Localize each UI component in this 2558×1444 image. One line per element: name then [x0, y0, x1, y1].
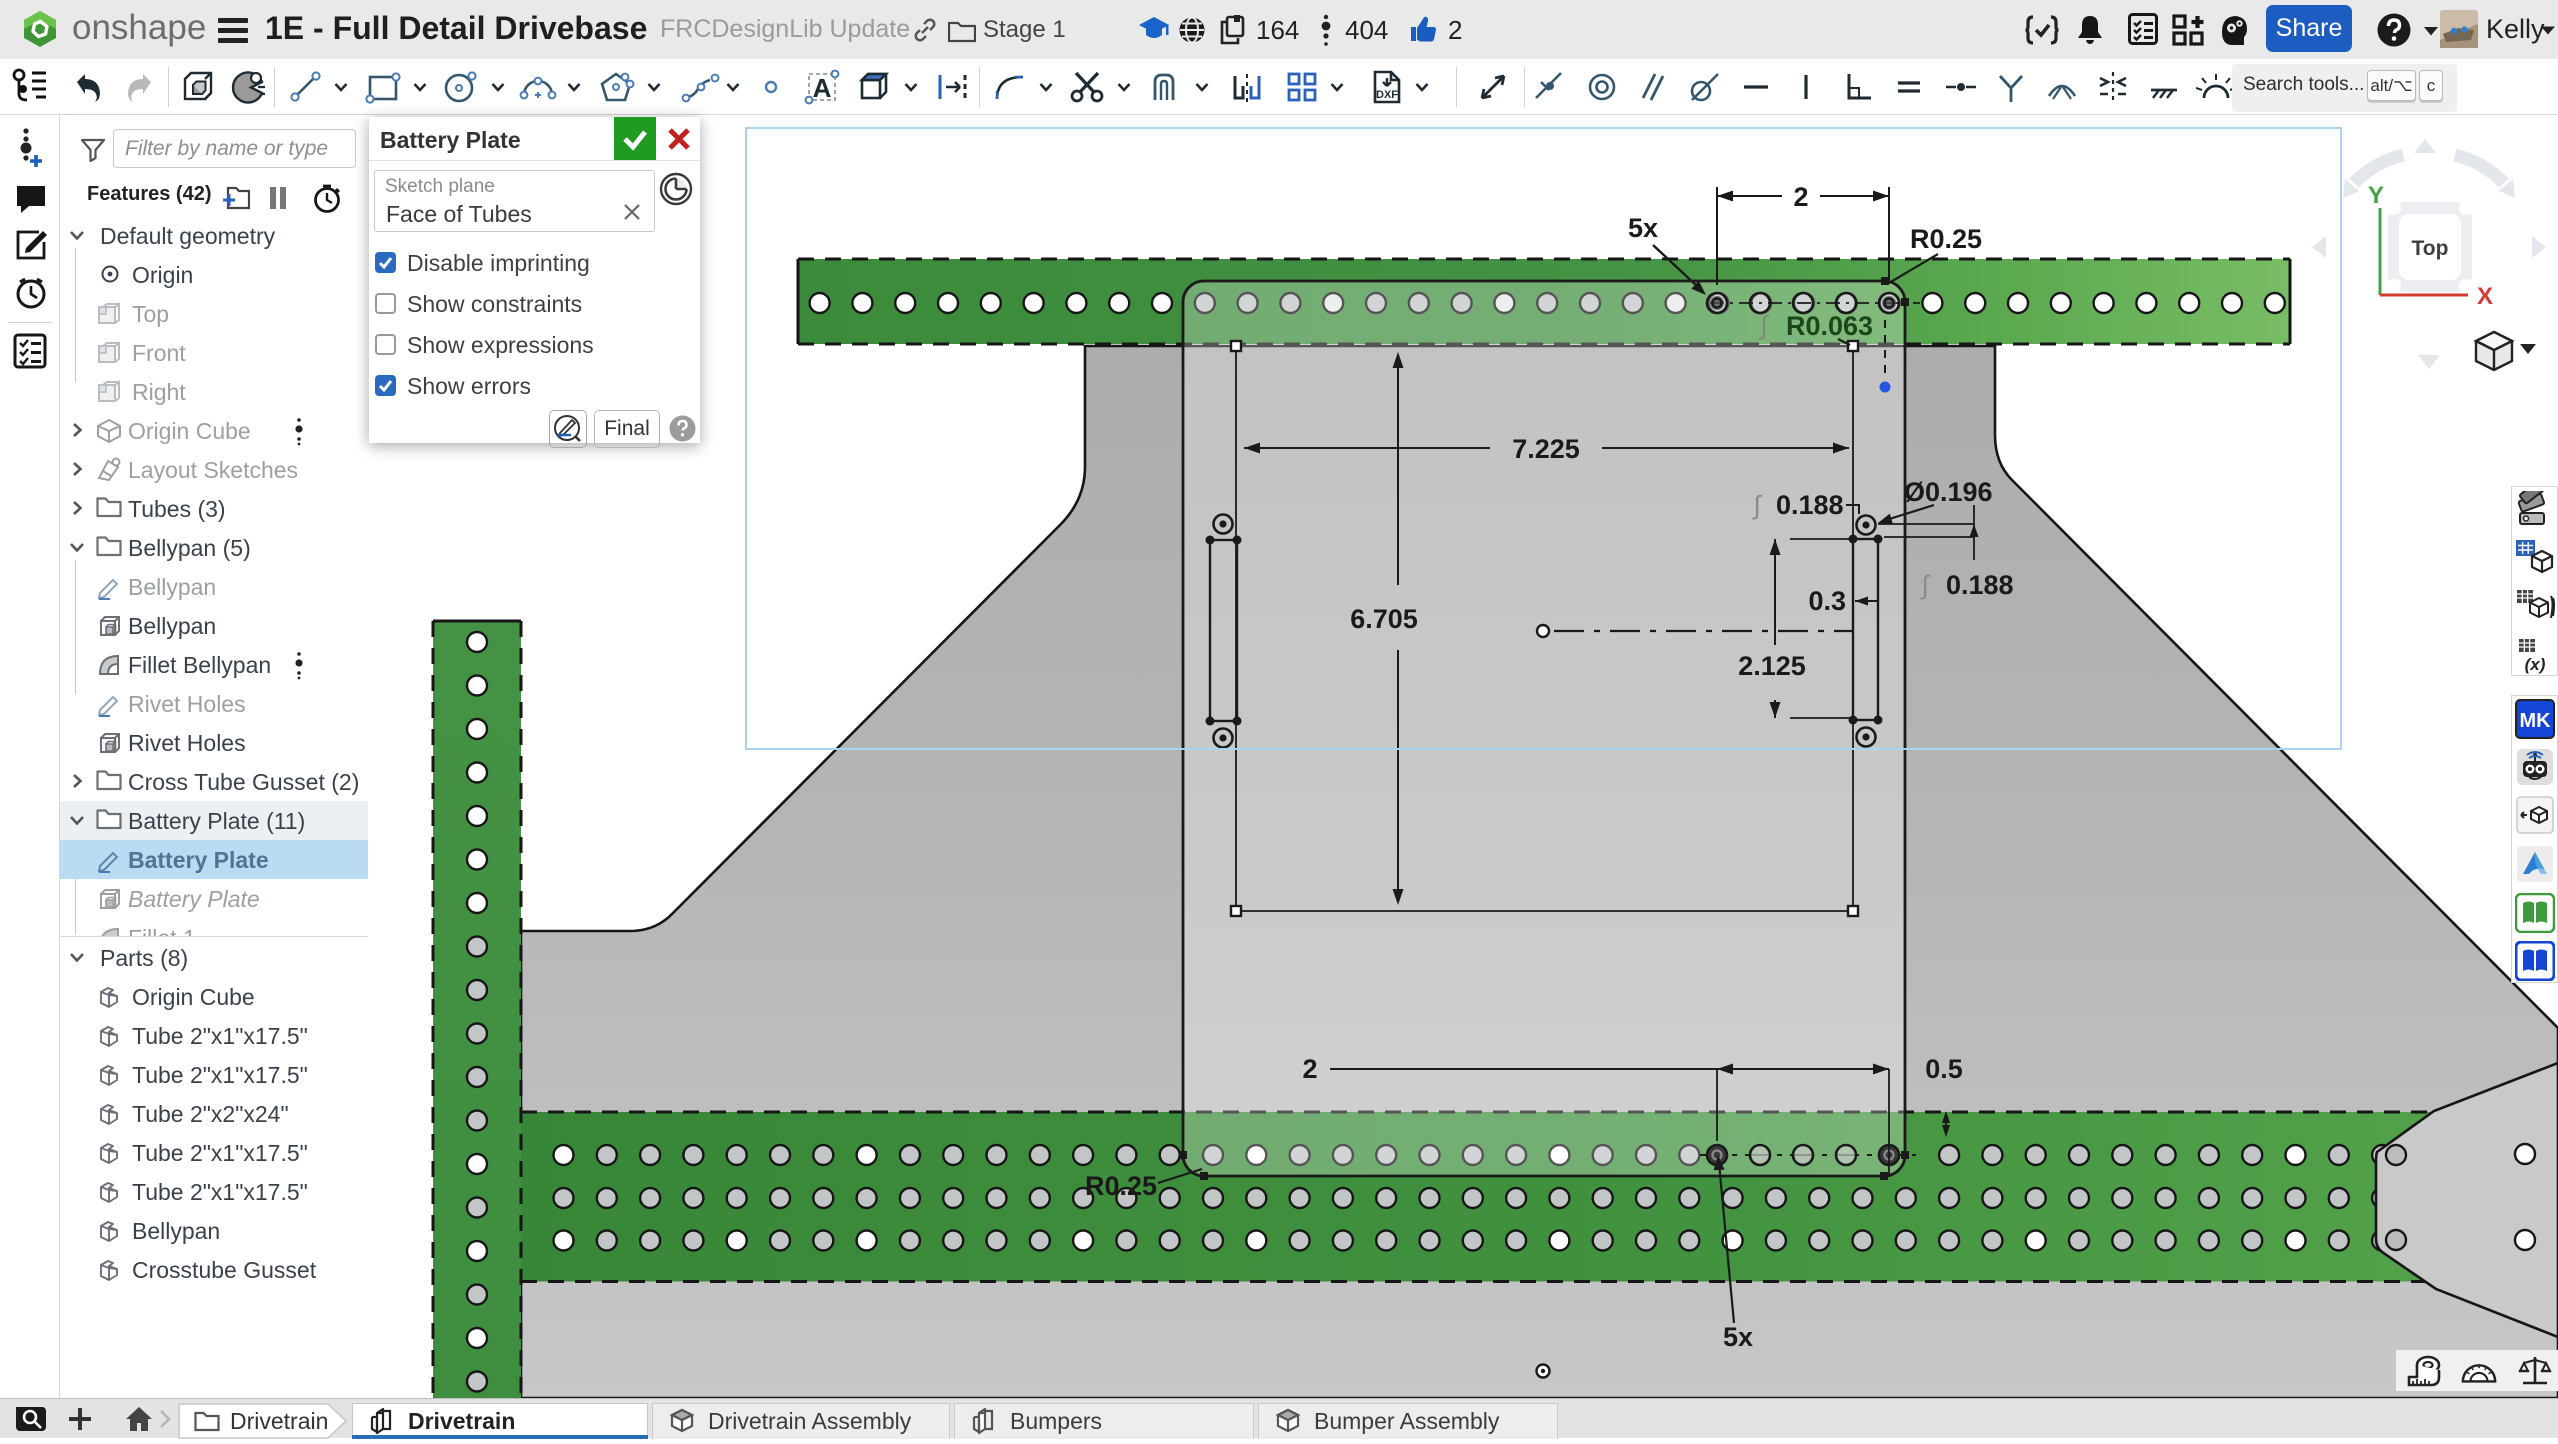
svg-text:5x: 5x — [1723, 1322, 1753, 1352]
svg-text:DXF: DXF — [1376, 89, 1398, 101]
svg-text:2.125: 2.125 — [1738, 651, 1806, 681]
svg-text:0.188: 0.188 — [1946, 570, 2014, 600]
svg-text:0.188: 0.188 — [1776, 490, 1844, 520]
svg-text:X: X — [2477, 283, 2493, 310]
svg-text:7.225: 7.225 — [1512, 434, 1580, 464]
svg-text:0.3: 0.3 — [1808, 586, 1846, 616]
svg-text:Top: Top — [2412, 237, 2449, 260]
svg-text:Ø0.196: Ø0.196 — [1904, 477, 1993, 507]
svg-text:2: 2 — [1793, 182, 1808, 212]
svg-text:R0.063: R0.063 — [1786, 311, 1873, 341]
svg-text:MK: MK — [2519, 710, 2551, 732]
svg-text:2: 2 — [1302, 1054, 1317, 1084]
svg-text:6.705: 6.705 — [1350, 604, 1418, 634]
svg-text:5x: 5x — [1628, 213, 1658, 243]
svg-text:R0.25: R0.25 — [1085, 1171, 1157, 1201]
svg-text:R0.25: R0.25 — [1910, 224, 1982, 254]
svg-text:(x): (x) — [2525, 655, 2546, 674]
svg-text:Y: Y — [2368, 182, 2384, 209]
svg-text:A: A — [813, 73, 832, 103]
svg-text:0.5: 0.5 — [1925, 1054, 1963, 1084]
